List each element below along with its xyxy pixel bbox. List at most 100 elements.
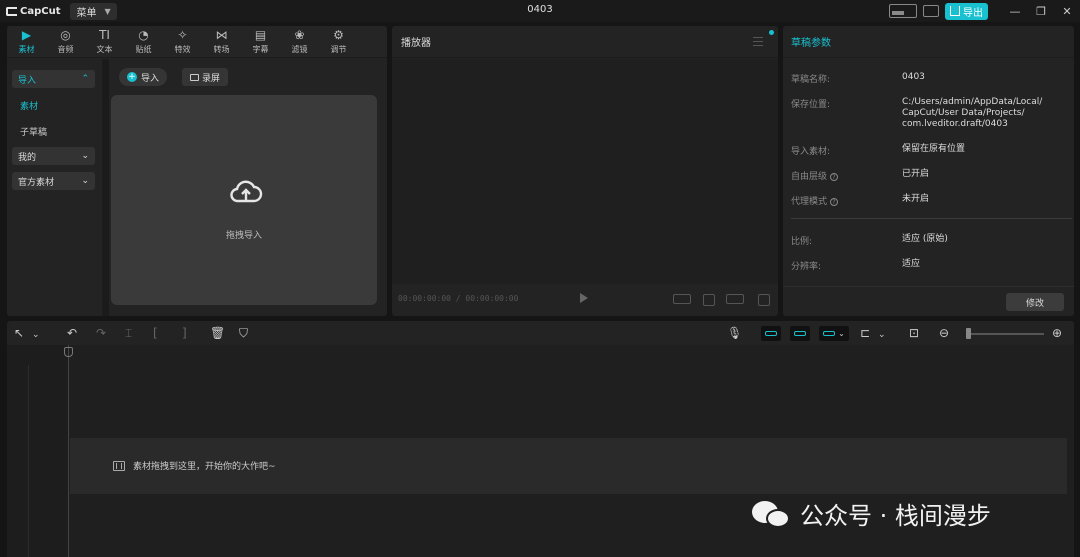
main-track[interactable]: 素材拖拽到这里，开始你的大作吧~ <box>70 438 1067 494</box>
title-bar: CapCut 菜单 ▼ 0403 导出 — ❐ ✕ <box>0 0 1080 22</box>
layout-icon[interactable] <box>889 4 917 18</box>
tab-captions[interactable]: ▤ 字幕 <box>241 26 280 58</box>
play-icon: ▶ <box>21 28 32 42</box>
sidebar-item-official[interactable]: 官方素材 ⌄ <box>12 172 95 190</box>
tab-text[interactable]: TI 文本 <box>85 26 124 58</box>
select-tool-icon[interactable]: ↖ <box>14 326 24 340</box>
draft-row-label-wrap: 自由层级? <box>791 169 839 182</box>
sidebar-item-mine[interactable]: 我的 ⌄ <box>12 147 95 165</box>
delete-icon[interactable]: 🗑 <box>210 326 225 340</box>
track-drop-hint: 素材拖拽到这里，开始你的大作吧~ <box>133 462 276 472</box>
minimize-button[interactable]: — <box>1002 5 1028 18</box>
chevron-down-icon[interactable]: ⌄ <box>878 328 886 342</box>
sticker-icon: ◔ <box>138 28 149 42</box>
modify-button[interactable]: 修改 <box>1006 293 1064 311</box>
dropzone-hint: 拖拽导入 <box>225 231 262 241</box>
playhead-line[interactable] <box>68 345 69 557</box>
tab-materials[interactable]: ▶ 素材 <box>7 26 46 58</box>
adjust-icon: ⚙ <box>333 28 344 42</box>
auto-snap-button[interactable] <box>790 326 810 341</box>
tab-stickers[interactable]: ◔ 贴纸 <box>124 26 163 58</box>
watermark-text: 公众号 · 栈间漫步 <box>800 502 991 530</box>
focus-icon[interactable] <box>703 294 715 306</box>
sidebar-scrollbar[interactable] <box>103 59 109 316</box>
zoom-slider-track[interactable] <box>969 333 1044 335</box>
zoom-in-icon[interactable]: ⊕ <box>1052 326 1062 340</box>
capcut-logo-icon <box>6 6 17 16</box>
chevron-up-icon: ⌃ <box>81 74 89 84</box>
chevron-down-icon: ⌄ <box>81 151 89 161</box>
linkage-button[interactable]: ⌄ <box>819 326 849 341</box>
fit-icon[interactable] <box>673 294 691 304</box>
trim-right-icon[interactable]: ] <box>182 326 187 340</box>
draft-params-panel: 草稿参数 草稿名称: 0403 保存位置: C:/Users/admin/App… <box>783 26 1074 316</box>
tab-effects[interactable]: ✧ 特效 <box>163 26 202 58</box>
player-header: 播放器 <box>392 26 778 58</box>
tab-label: 素材 <box>18 45 35 54</box>
sidebar-item-sub-draft[interactable]: 子草稿 <box>20 125 47 138</box>
import-button[interactable]: + 导入 <box>119 68 168 86</box>
chain-icon <box>823 331 836 336</box>
import-dropzone[interactable]: 拖拽导入 <box>111 95 377 305</box>
player-controls: 00:00:00:00 / 00:00:00:00 <box>392 284 778 316</box>
draft-row-label: 比例: <box>791 237 813 247</box>
timeline-toolbar: ↖ ⌄ ↶ ↷ ⌶ [ ] 🗑 ⛉ 🎙 ⌄ ⊏ ⌄ ⊡ ⊖ ⊕ <box>7 321 1074 345</box>
tab-adjust[interactable]: ⚙ 调节 <box>319 26 358 58</box>
player-canvas[interactable] <box>392 59 778 284</box>
tab-audio[interactable]: ◎ 音频 <box>46 26 85 58</box>
track-divider <box>28 365 29 557</box>
preview-axis-icon[interactable]: ⊏ <box>860 326 870 340</box>
undo-icon[interactable]: ↶ <box>67 326 77 340</box>
record-screen-button[interactable]: 录屏 <box>182 68 229 86</box>
menu-button[interactable]: 菜单 ▼ <box>70 2 117 20</box>
menu-icon[interactable] <box>753 37 763 46</box>
tab-label: 音频 <box>57 45 74 54</box>
microphone-icon[interactable]: 🎙 <box>727 326 742 340</box>
export-button-label: 导出 <box>963 7 983 19</box>
wechat-icon <box>752 499 792 529</box>
audio-icon: ◎ <box>60 28 71 42</box>
tab-label: 字幕 <box>252 45 269 54</box>
sidebar-item-label: 官方素材 <box>18 177 55 188</box>
media-sidebar: 导入 ⌃ 素材 子草稿 我的 ⌄ 官方素材 ⌄ <box>7 59 103 316</box>
sidebar-item-import[interactable]: 导入 ⌃ <box>12 70 95 88</box>
play-button[interactable] <box>580 293 588 303</box>
draft-row-label: 保存位置: <box>791 100 831 110</box>
cloud-upload-icon <box>230 180 263 203</box>
export-button[interactable]: 导出 <box>945 2 988 20</box>
draft-row-label-wrap: 代理模式? <box>791 194 839 207</box>
draft-row-value: 未开启 <box>902 194 930 204</box>
redo-icon[interactable]: ↷ <box>96 326 106 340</box>
chevron-down-icon: ▼ <box>104 6 111 16</box>
draft-row-value: 保留在原有位置 <box>902 144 966 154</box>
fit-timeline-icon[interactable]: ⊡ <box>909 326 919 340</box>
tab-filters[interactable]: ❀ 滤镜 <box>280 26 319 58</box>
main-track-magnet-button[interactable] <box>761 326 781 341</box>
split-icon[interactable]: ⌶ <box>125 326 132 340</box>
filter-icon: ❀ <box>294 28 305 42</box>
chevron-down-icon[interactable]: ⌄ <box>32 328 40 342</box>
zoom-out-icon[interactable]: ⊖ <box>939 326 949 340</box>
tab-label: 贴纸 <box>135 45 152 54</box>
trim-left-icon[interactable]: [ <box>153 326 158 340</box>
fullscreen-icon[interactable] <box>758 294 770 306</box>
help-icon[interactable]: ? <box>830 173 839 181</box>
shield-icon[interactable]: ⛉ <box>239 326 248 340</box>
help-icon[interactable]: ? <box>830 198 839 206</box>
keyboard-shortcut-icon[interactable] <box>923 5 939 17</box>
tab-transitions[interactable]: ⋈ 转场 <box>202 26 241 58</box>
tab-label: 转场 <box>213 45 230 54</box>
sidebar-item-materials[interactable]: 素材 <box>20 99 38 112</box>
ratio-icon[interactable] <box>726 294 744 304</box>
draft-row-value: 已开启 <box>902 169 930 179</box>
track-drop-hint-wrap: 素材拖拽到这里，开始你的大作吧~ <box>113 459 276 472</box>
record-screen-label: 录屏 <box>202 73 221 84</box>
close-button[interactable]: ✕ <box>1054 5 1080 18</box>
playhead-handle[interactable] <box>64 347 73 357</box>
maximize-button[interactable]: ❐ <box>1028 5 1054 18</box>
tab-label: 文本 <box>96 45 113 54</box>
export-icon <box>950 6 960 16</box>
draft-row-label: 代理模式 <box>791 197 828 207</box>
tab-label: 滤镜 <box>291 45 308 54</box>
zoom-slider-handle[interactable] <box>966 328 971 339</box>
